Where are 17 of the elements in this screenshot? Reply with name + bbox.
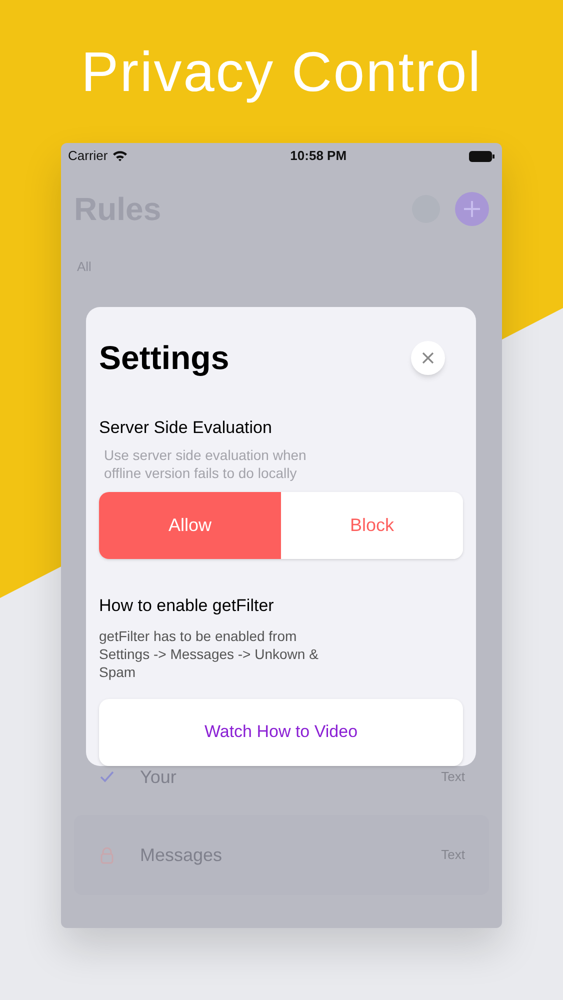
video-button[interactable]: Watch How to Video [99,698,463,766]
clock-time: 10:58 PM [290,147,347,166]
carrier-label: Carrier [68,147,108,166]
close-button[interactable] [411,340,445,375]
battery-icon [468,150,495,162]
section-description: getFilter has to be enabled from Settings -> Messages -> Unkown & Spam [99,626,320,680]
close-icon [422,352,434,364]
add-button[interactable] [455,192,489,226]
section-heading: How to enable getFilter [99,595,275,617]
segment-button[interactable]: Allow [99,492,281,559]
segment-button[interactable]: Block [281,492,463,559]
wifi-icon [112,150,128,162]
section-heading: Server Side Evaluation [99,416,273,438]
headline: Privacy Control [81,40,482,104]
dialog-title: Settings [99,338,230,378]
section-description: Use server side evaluation when offline version fails to do locally [103,446,308,482]
row-label: Your [140,766,178,788]
